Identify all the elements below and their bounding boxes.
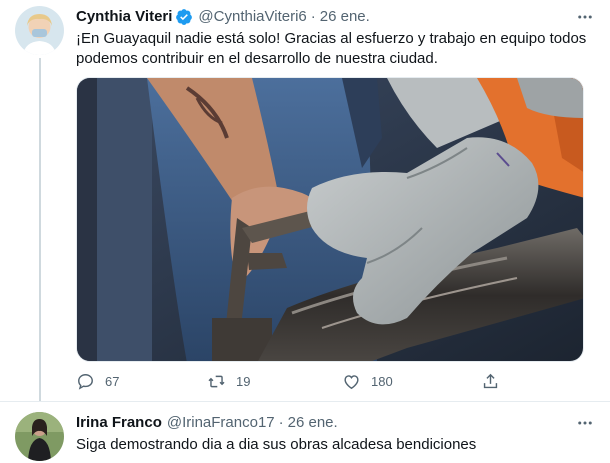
avatar-image (15, 6, 64, 55)
tweet-text: ¡En Guayaquil nadie está solo! Gracias a… (76, 30, 587, 67)
tweet-date[interactable]: 26 ene. (320, 7, 370, 27)
avatar-image (15, 412, 64, 461)
reply-date[interactable]: 26 ene. (288, 413, 338, 433)
like-count: 180 (371, 374, 393, 389)
share-icon (483, 373, 498, 389)
reply-count: 67 (105, 374, 120, 389)
more-horizontal-icon (578, 421, 592, 425)
thread-connector-line (39, 58, 41, 401)
tweet-photo[interactable] (76, 77, 584, 362)
tweet-header: Cynthia Viteri @CynthiaViteri6 · 26 ene. (76, 7, 370, 27)
reply-author-handle[interactable]: @IrinaFranco17 (167, 413, 275, 433)
reply-more-options-button[interactable] (574, 413, 596, 433)
retweet-button[interactable]: 19 (207, 372, 250, 391)
reply-button[interactable]: 67 (76, 372, 119, 391)
reply-header-separator: · (278, 414, 284, 431)
like-button[interactable]: 180 (342, 372, 393, 391)
reply-bubble-icon (78, 374, 93, 390)
retweet-icon (208, 375, 225, 388)
author-avatar[interactable] (15, 6, 64, 55)
author-name[interactable]: Cynthia Viteri (76, 7, 172, 27)
reply-tweet[interactable]: Irina Franco @IrinaFranco17 · 26 ene. Si… (0, 401, 610, 463)
tweet[interactable]: Cynthia Viteri @CynthiaViteri6 · 26 ene.… (0, 0, 610, 401)
photo-image (77, 78, 583, 361)
more-horizontal-icon (578, 15, 592, 19)
heart-icon (344, 375, 359, 390)
reply-text: Siga demostrando dia a dia sus obras alc… (76, 436, 477, 453)
reply-author-avatar[interactable] (15, 412, 64, 461)
reply-header: Irina Franco @IrinaFranco17 · 26 ene. (76, 413, 338, 433)
author-handle[interactable]: @CynthiaViteri6 (198, 7, 306, 27)
verified-badge-icon (175, 8, 193, 26)
more-options-button[interactable] (574, 7, 596, 27)
retweet-count: 19 (236, 374, 251, 389)
reply-author-name[interactable]: Irina Franco (76, 413, 162, 433)
header-separator: · (310, 8, 316, 25)
share-button[interactable] (481, 372, 500, 391)
tweet-actions: 67 19 180 (76, 372, 506, 394)
